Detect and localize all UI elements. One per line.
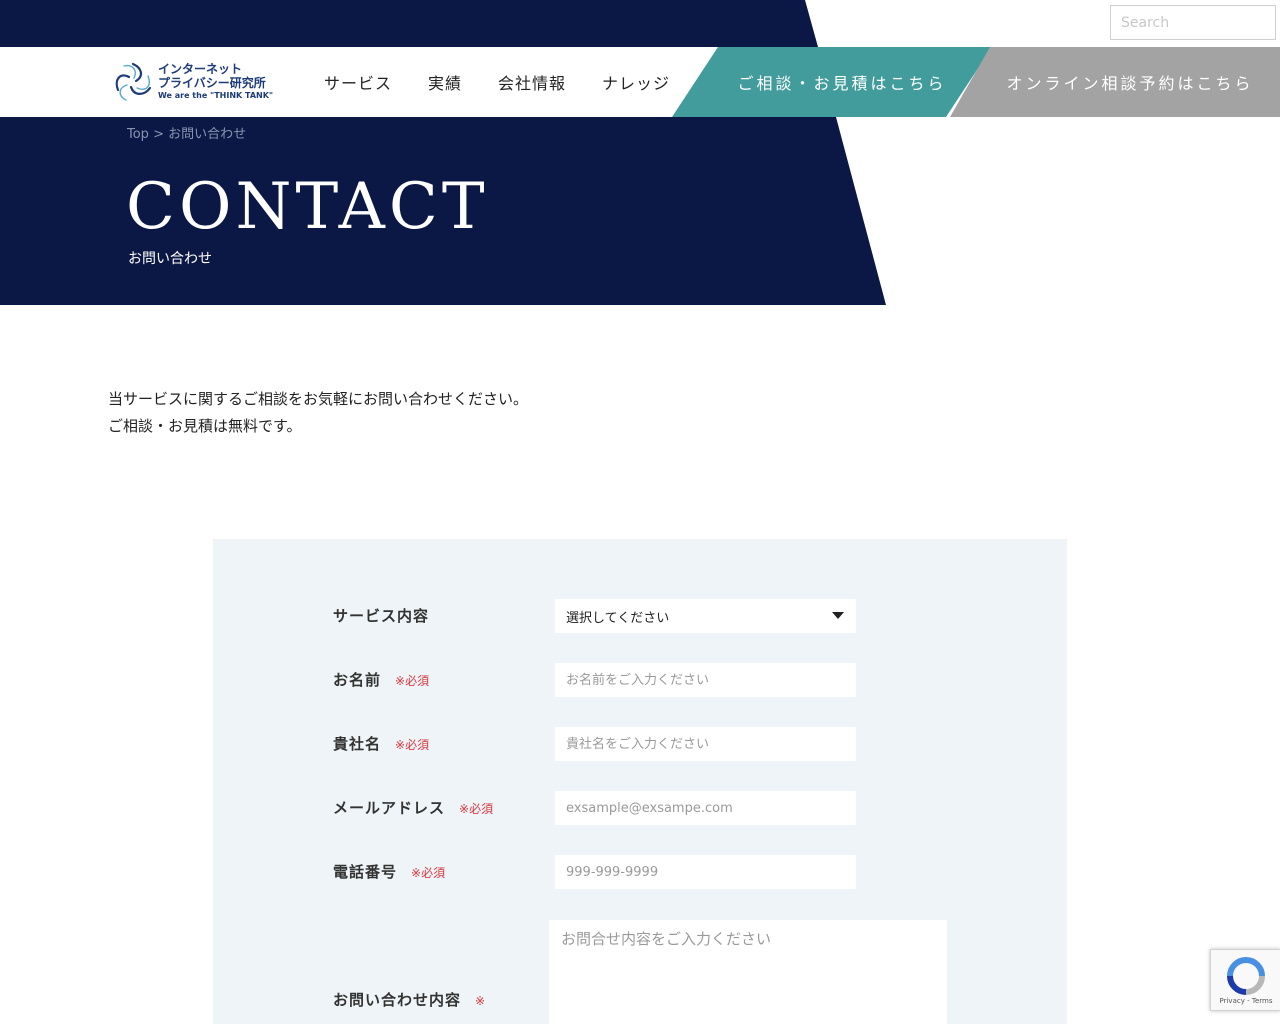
message-textarea[interactable] [549, 920, 947, 1030]
message-label-text: お問い合わせ内容 [333, 991, 462, 1009]
name-label-text: お名前 [333, 671, 382, 689]
service-label-text: サービス内容 [333, 607, 430, 625]
site-logo[interactable]: インターネット プライバシー研究所 We are the "THINK TANK… [112, 60, 274, 106]
email-required-badge: ※必須 [459, 802, 494, 816]
logo-wordmark: インターネット プライバシー研究所 [158, 62, 266, 90]
intro-line-2: ご相談・お見積は無料です。 [108, 417, 302, 435]
logo-swirl-icon [115, 62, 152, 101]
top-strip [0, 0, 1280, 47]
page-title: CONTACT [126, 170, 489, 244]
service-select-value: 選択してください [566, 610, 670, 626]
name-label: お名前 ※必須 [333, 669, 429, 690]
main-nav: サービス 実績 会社情報 ナレッジ [324, 47, 706, 117]
intro-text: 当サービスに関するご相談をお気軽にお問い合わせください。 ご相談・お見積は無料で… [108, 386, 528, 440]
company-label: 貴社名 ※必須 [333, 733, 429, 754]
top-navy-band [0, 0, 818, 47]
logo-tagline: We are the "THINK TANK" [158, 91, 274, 100]
nav-item-works[interactable]: 実績 [428, 70, 462, 94]
phone-required-badge: ※必須 [411, 866, 446, 880]
consult-estimate-label: ご相談・お見積はこちら [737, 74, 947, 93]
consult-estimate-button[interactable]: ご相談・お見積はこちら [672, 47, 992, 117]
search-input[interactable] [1110, 5, 1276, 40]
service-label: サービス内容 [333, 605, 429, 626]
email-label: メールアドレス ※必須 [333, 797, 493, 818]
recaptcha-privacy-link[interactable]: Privacy [1220, 997, 1245, 1005]
breadcrumb-separator: > [153, 127, 164, 142]
online-consult-button[interactable]: オンライン相談予約はこちら [950, 47, 1280, 117]
contact-form: サービス内容 選択してください お名前 ※必須 貴社名 ※必須 メールアドレス ※必須… [213, 539, 1067, 1030]
recaptcha-terms-link[interactable]: Terms [1252, 997, 1273, 1005]
page-hero: Top > お問い合わせ CONTACT お問い合わせ [0, 117, 886, 305]
recaptcha-separator: - [1244, 997, 1252, 1005]
recaptcha-badge[interactable]: Privacy - Terms [1210, 949, 1280, 1011]
page-subtitle: お問い合わせ [128, 251, 212, 267]
recaptcha-links: Privacy - Terms [1211, 997, 1280, 1005]
logo-line-1: インターネット [158, 62, 243, 76]
company-field[interactable] [555, 727, 856, 761]
company-required-badge: ※必須 [395, 738, 430, 752]
nav-item-knowledge[interactable]: ナレッジ [602, 70, 670, 94]
company-label-text: 貴社名 [333, 735, 382, 753]
breadcrumb-current: お問い合わせ [168, 127, 247, 142]
breadcrumb-home-link[interactable]: Top [127, 127, 149, 142]
service-select[interactable]: 選択してください [555, 599, 856, 633]
email-label-text: メールアドレス [333, 799, 446, 817]
email-field[interactable] [555, 791, 856, 825]
logo-line-2: プライバシー研究所 [158, 76, 266, 90]
recaptcha-icon [1227, 957, 1265, 995]
intro-line-1: 当サービスに関するご相談をお気軽にお問い合わせください。 [108, 390, 529, 408]
phone-field[interactable] [555, 855, 856, 889]
message-required-badge: ※ [475, 994, 486, 1008]
name-required-badge: ※必須 [395, 674, 430, 688]
phone-label: 電話番号 ※必須 [333, 861, 445, 882]
chevron-down-icon [832, 612, 844, 619]
site-header: インターネット プライバシー研究所 We are the "THINK TANK… [0, 47, 1280, 117]
name-field[interactable] [555, 663, 856, 697]
nav-item-services[interactable]: サービス [324, 70, 392, 94]
phone-label-text: 電話番号 [333, 863, 398, 881]
nav-item-company[interactable]: 会社情報 [498, 70, 566, 94]
online-consult-label: オンライン相談予約はこちら [1006, 74, 1254, 93]
message-label: お問い合わせ内容 ※ [333, 989, 485, 1010]
breadcrumb: Top > お問い合わせ [127, 123, 246, 142]
